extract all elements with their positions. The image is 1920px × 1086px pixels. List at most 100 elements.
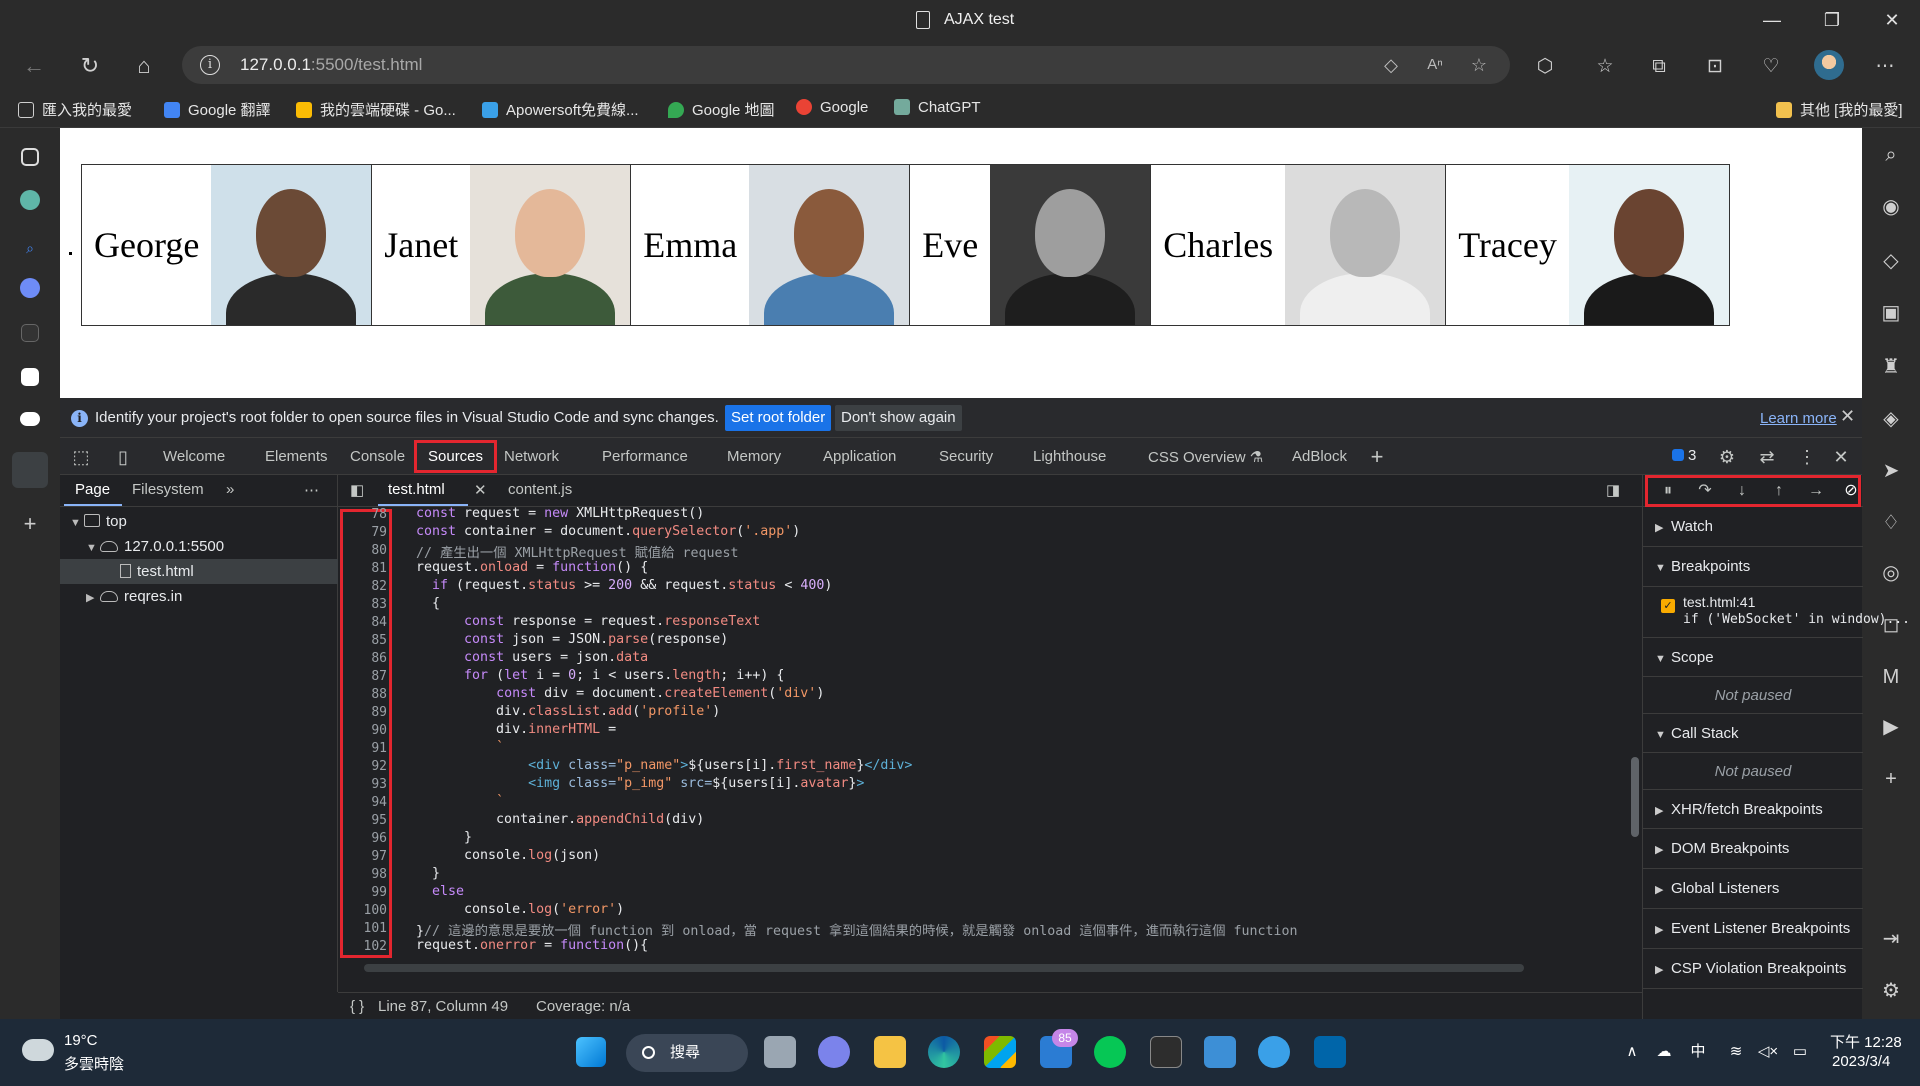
clock-time[interactable]: 下午 12:28 xyxy=(1830,1031,1902,1052)
notepad-icon[interactable] xyxy=(1204,1036,1236,1068)
line-number[interactable]: 99 xyxy=(338,885,387,900)
bookmark-item[interactable]: 匯入我的最愛 xyxy=(18,99,132,120)
volume-muted-icon[interactable]: ◁× xyxy=(1756,1041,1780,1063)
code-line[interactable]: ` xyxy=(416,740,504,755)
notification-icon[interactable]: ♢ xyxy=(1878,510,1904,536)
device-toolbar-icon[interactable]: ▯ xyxy=(110,445,136,469)
app-icon[interactable] xyxy=(1258,1036,1290,1068)
line-number[interactable]: 86 xyxy=(338,651,387,666)
extensions-icon[interactable]: ⬡ xyxy=(1530,53,1560,81)
bookmark-item[interactable]: Google 地圖 xyxy=(668,99,775,120)
set-root-folder-button[interactable]: Set root folder xyxy=(725,405,832,431)
collections-icon[interactable]: ⧉ xyxy=(1644,53,1674,81)
code-line[interactable]: { xyxy=(416,596,440,611)
line-number[interactable]: 94 xyxy=(338,795,387,810)
line-number-gutter[interactable]: 78 79 80 81 82 83 84 85 86 87 88 89 90 9… xyxy=(338,507,394,960)
line-number[interactable]: 93 xyxy=(338,777,387,792)
code-line[interactable]: if (request.status >= 200 && request.sta… xyxy=(416,578,832,593)
weather-description[interactable]: 多雲時陰 xyxy=(64,1053,124,1074)
home-button[interactable]: ⌂ xyxy=(126,48,162,84)
bookmark-item[interactable]: Google xyxy=(796,99,868,116)
learn-more-link[interactable]: Learn more xyxy=(1760,410,1837,427)
add-icon[interactable]: + xyxy=(1878,766,1904,792)
tab-adblock[interactable]: AdBlock xyxy=(1292,448,1347,465)
line-number[interactable]: 82 xyxy=(338,579,387,594)
tab-memory[interactable]: Memory xyxy=(727,448,781,465)
more-panels-icon[interactable]: » xyxy=(226,481,234,498)
line-number[interactable]: 79 xyxy=(338,525,387,540)
site-info-icon[interactable]: i xyxy=(200,55,220,75)
deactivate-breakpoints-icon[interactable]: ⊘ xyxy=(1840,480,1862,502)
issues-badge[interactable]: 3 xyxy=(1672,447,1696,464)
start-button[interactable] xyxy=(576,1037,606,1067)
address-bar[interactable]: i 127.0.0.1:5500/test.html ◇ Aⁿ ☆ xyxy=(182,46,1510,84)
step-into-icon[interactable]: ↓ xyxy=(1731,480,1753,502)
code-line[interactable]: request.onload = function() { xyxy=(416,560,648,575)
line-number[interactable]: 101 xyxy=(338,921,387,936)
watch-section[interactable]: ▶ Watch xyxy=(1643,507,1863,547)
code-line[interactable]: for (let i = 0; i < users.length; i++) { xyxy=(416,668,784,683)
weather-temperature[interactable]: 19°C xyxy=(64,1032,98,1049)
add-favorite-icon[interactable]: ☆ xyxy=(1466,52,1492,78)
code-line[interactable]: const request = new XMLHttpRequest() xyxy=(416,507,704,521)
battery-icon[interactable]: ▭ xyxy=(1788,1041,1812,1063)
line-number[interactable]: 85 xyxy=(338,633,387,648)
tab-sources[interactable]: Sources xyxy=(428,448,483,465)
tab-console[interactable]: Console xyxy=(350,448,405,465)
tab-filesystem[interactable]: Filesystem xyxy=(132,481,204,498)
vscode-icon[interactable] xyxy=(1314,1036,1346,1068)
global-listeners-section[interactable]: ▶ Global Listeners xyxy=(1643,869,1863,909)
tree-item-file[interactable]: test.html xyxy=(60,559,338,584)
line-number[interactable]: 97 xyxy=(338,849,387,864)
clock-date[interactable]: 2023/3/4 xyxy=(1832,1053,1890,1070)
code-line[interactable]: console.log('error') xyxy=(416,902,624,917)
xhr-breakpoints-section[interactable]: ▶ XHR/fetch Breakpoints xyxy=(1643,789,1863,829)
code-line[interactable]: ` xyxy=(416,794,504,809)
tab-page[interactable]: Page xyxy=(75,481,110,498)
code-line[interactable]: const div = document.createElement('div'… xyxy=(416,686,824,701)
scroll-thumb[interactable] xyxy=(364,964,1524,972)
tools-icon[interactable]: ▣ xyxy=(1878,300,1904,326)
more-tabs-add-icon[interactable]: + xyxy=(1364,445,1390,469)
code-line[interactable]: div.innerHTML = xyxy=(416,722,616,737)
bookmark-item[interactable]: Apowersoft免費線... xyxy=(482,99,639,120)
code-line[interactable]: const response = request.responseText xyxy=(416,614,760,629)
line-number[interactable]: 98 xyxy=(338,867,387,882)
ime-indicator[interactable]: 中 xyxy=(1686,1041,1710,1063)
tab-security[interactable]: Security xyxy=(939,448,993,465)
search-icon[interactable]: ⌕ xyxy=(1878,142,1904,168)
refresh-button[interactable]: ↻ xyxy=(72,48,108,84)
browser-essentials-icon[interactable]: ♡ xyxy=(1756,53,1786,81)
bing-chat-icon[interactable]: ◉ xyxy=(1878,194,1904,220)
bookmark-item[interactable]: 我的雲端硬碟 - Go... xyxy=(296,99,456,120)
screenshot-icon[interactable]: ⊡ xyxy=(1700,53,1730,81)
messenger-icon[interactable]: ◎ xyxy=(1878,560,1904,586)
breakpoint-item[interactable]: ✓ test.html:41 xyxy=(1661,594,1755,613)
line-number[interactable]: 96 xyxy=(338,831,387,846)
tab-elements[interactable]: Elements xyxy=(265,448,328,465)
csp-violation-breakpoints-section[interactable]: ▶ CSP Violation Breakpoints xyxy=(1643,949,1863,989)
terminal-icon[interactable] xyxy=(1150,1036,1182,1068)
office-icon[interactable]: ◈ xyxy=(1878,406,1904,432)
call-stack-section[interactable]: ▼ Call Stack xyxy=(1643,713,1863,753)
step-icon[interactable]: → xyxy=(1805,480,1827,502)
line-number[interactable]: 87 xyxy=(338,669,387,684)
line-number[interactable]: 84 xyxy=(338,615,387,630)
close-tab-icon[interactable]: ✕ xyxy=(474,481,487,499)
tab-application[interactable]: Application xyxy=(823,448,896,465)
restore-button[interactable]: ❐ xyxy=(1812,6,1852,34)
profile-avatar[interactable] xyxy=(1814,50,1844,80)
dom-breakpoints-section[interactable]: ▶ DOM Breakpoints xyxy=(1643,829,1863,869)
step-over-icon[interactable]: ↷ xyxy=(1694,480,1716,502)
line-number[interactable]: 92 xyxy=(338,759,387,774)
settings-icon[interactable]: ⚙ xyxy=(1878,978,1904,1004)
bookmark-item[interactable]: Google 翻譯 xyxy=(164,99,271,120)
navigator-menu-icon[interactable]: ⋯ xyxy=(304,481,319,499)
code-line[interactable]: }// 這邊的意思是要放一個 function 到 onload，當 reque… xyxy=(416,920,1298,939)
sidebar-toggle-icon[interactable]: ⇥ xyxy=(1878,926,1904,952)
tag-icon[interactable]: ◇ xyxy=(1378,52,1404,78)
wifi-icon[interactable]: ≋ xyxy=(1724,1041,1748,1063)
gmail-icon[interactable]: M xyxy=(1878,664,1904,690)
bookmark-item[interactable]: ChatGPT xyxy=(894,99,981,116)
editor-tab-content-js[interactable]: content.js xyxy=(508,481,572,498)
